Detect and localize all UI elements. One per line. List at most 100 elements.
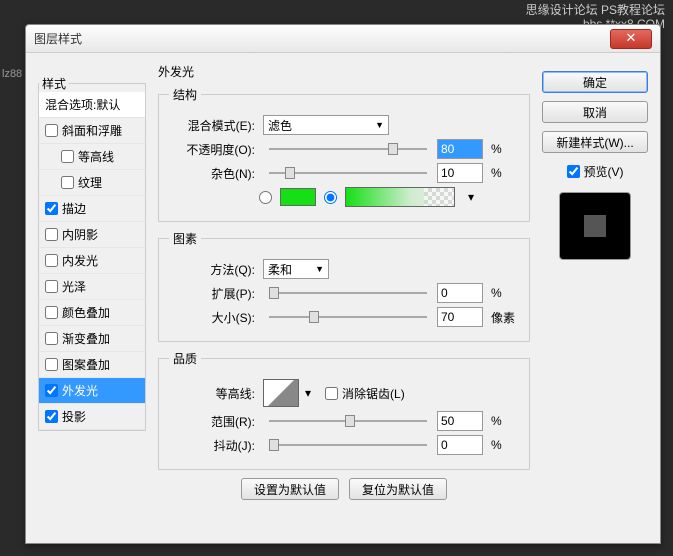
style-label: 内发光 — [62, 252, 98, 269]
quality-legend: 品质 — [169, 350, 201, 367]
style-item-8[interactable]: 渐变叠加 — [39, 326, 145, 352]
opacity-slider[interactable] — [269, 140, 427, 158]
preview-thumbnail — [559, 192, 631, 260]
watermark-line1: 思缘设计论坛 PS教程论坛 — [526, 3, 665, 17]
style-checkbox[interactable] — [45, 228, 58, 241]
styles-panel: 样式 混合选项:默认 斜面和浮雕等高线纹理描边内阴影内发光光泽颜色叠加渐变叠加图… — [38, 75, 146, 431]
style-item-6[interactable]: 光泽 — [39, 274, 145, 300]
bg-text: lz88 — [2, 68, 22, 80]
style-item-4[interactable]: 内阴影 — [39, 222, 145, 248]
elements-legend: 图素 — [169, 230, 201, 247]
style-checkbox[interactable] — [45, 254, 58, 267]
style-item-2[interactable]: 纹理 — [39, 170, 145, 196]
style-checkbox[interactable] — [45, 202, 58, 215]
style-item-7[interactable]: 颜色叠加 — [39, 300, 145, 326]
dialog-body: 样式 混合选项:默认 斜面和浮雕等高线纹理描边内阴影内发光光泽颜色叠加渐变叠加图… — [26, 53, 660, 543]
gradient-picker[interactable] — [345, 187, 455, 207]
style-checkbox[interactable] — [45, 280, 58, 293]
size-input[interactable] — [437, 307, 483, 327]
close-button[interactable]: ✕ — [610, 29, 652, 49]
contour-label: 等高线: — [169, 385, 255, 402]
opacity-unit: % — [491, 142, 519, 156]
quality-group: 品质 等高线: ▾ 消除锯齿(L) 范围(R): % 抖动(J): — [158, 350, 530, 470]
chevron-down-icon: ▼ — [375, 120, 384, 130]
style-item-5[interactable]: 内发光 — [39, 248, 145, 274]
style-label: 等高线 — [78, 148, 114, 165]
technique-value: 柔和 — [268, 261, 292, 278]
antialias-label: 消除锯齿(L) — [342, 385, 405, 402]
blending-options-default[interactable]: 混合选项:默认 — [39, 92, 145, 118]
spread-slider[interactable] — [269, 284, 427, 302]
style-item-11[interactable]: 投影 — [39, 404, 145, 430]
style-item-3[interactable]: 描边 — [39, 196, 145, 222]
style-checkbox[interactable] — [45, 358, 58, 371]
size-label: 大小(S): — [169, 309, 255, 326]
style-item-9[interactable]: 图案叠加 — [39, 352, 145, 378]
technique-select[interactable]: 柔和 ▼ — [263, 259, 329, 279]
spread-label: 扩展(P): — [169, 285, 255, 302]
style-item-0[interactable]: 斜面和浮雕 — [39, 118, 145, 144]
style-checkbox[interactable] — [45, 306, 58, 319]
style-label: 斜面和浮雕 — [62, 122, 122, 139]
style-label: 描边 — [62, 200, 86, 217]
chevron-down-icon[interactable]: ▾ — [463, 190, 479, 204]
style-checkbox[interactable] — [45, 410, 58, 423]
blend-mode-select[interactable]: 滤色 ▼ — [263, 115, 389, 135]
right-column: 确定 取消 新建样式(W)... 预览(V) — [542, 71, 648, 260]
noise-label: 杂色(N): — [169, 165, 255, 182]
technique-label: 方法(Q): — [169, 261, 255, 278]
opacity-input[interactable] — [437, 139, 483, 159]
style-label: 投影 — [62, 408, 86, 425]
styles-legend: 样式 — [39, 75, 69, 92]
style-checkbox[interactable] — [45, 384, 58, 397]
style-label: 图案叠加 — [62, 356, 110, 373]
spread-unit: % — [491, 286, 519, 300]
color-radio[interactable] — [259, 191, 272, 204]
ok-button[interactable]: 确定 — [542, 71, 648, 93]
jitter-slider[interactable] — [269, 436, 427, 454]
elements-group: 图素 方法(Q): 柔和 ▼ 扩展(P): % 大小(S): — [158, 230, 530, 342]
structure-group: 结构 混合模式(E): 滤色 ▼ 不透明度(O): % 杂色(N): — [158, 86, 530, 222]
gradient-radio[interactable] — [324, 191, 337, 204]
antialias-checkbox[interactable] — [325, 387, 338, 400]
titlebar[interactable]: 图层样式 ✕ — [26, 25, 660, 53]
set-default-button[interactable]: 设置为默认值 — [241, 478, 339, 500]
preview-checkbox[interactable] — [567, 165, 580, 178]
opacity-label: 不透明度(O): — [169, 141, 255, 158]
range-slider[interactable] — [269, 412, 427, 430]
style-checkbox[interactable] — [45, 124, 58, 137]
noise-slider[interactable] — [269, 164, 427, 182]
style-checkbox[interactable] — [61, 150, 74, 163]
style-item-10[interactable]: 外发光 — [39, 378, 145, 404]
preview-label: 预览(V) — [584, 163, 624, 180]
reset-default-button[interactable]: 复位为默认值 — [349, 478, 447, 500]
contour-picker[interactable] — [263, 379, 299, 407]
range-input[interactable] — [437, 411, 483, 431]
range-unit: % — [491, 414, 519, 428]
chevron-down-icon: ▼ — [315, 264, 324, 274]
dialog-title: 图层样式 — [34, 30, 82, 47]
style-label: 内阴影 — [62, 226, 98, 243]
jitter-unit: % — [491, 438, 519, 452]
style-item-1[interactable]: 等高线 — [39, 144, 145, 170]
style-label: 外发光 — [62, 382, 98, 399]
main-settings: 外发光 结构 混合模式(E): 滤色▼ 不透明度(O): % 杂色(N) — [158, 63, 530, 500]
cancel-button[interactable]: 取消 — [542, 101, 648, 123]
range-label: 范围(R): — [169, 413, 255, 430]
style-checkbox[interactable] — [61, 176, 74, 189]
layer-style-dialog: 图层样式 ✕ 样式 混合选项:默认 斜面和浮雕等高线纹理描边内阴影内发光光泽颜色… — [25, 24, 661, 544]
new-style-button[interactable]: 新建样式(W)... — [542, 131, 648, 153]
spread-input[interactable] — [437, 283, 483, 303]
style-label: 渐变叠加 — [62, 330, 110, 347]
noise-input[interactable] — [437, 163, 483, 183]
color-swatch[interactable] — [280, 188, 316, 206]
blend-mode-label: 混合模式(E): — [169, 117, 255, 134]
size-slider[interactable] — [269, 308, 427, 326]
jitter-input[interactable] — [437, 435, 483, 455]
blend-mode-value: 滤色 — [268, 117, 292, 134]
style-label: 纹理 — [78, 174, 102, 191]
size-unit: 像素 — [491, 309, 519, 326]
style-checkbox[interactable] — [45, 332, 58, 345]
structure-legend: 结构 — [169, 86, 201, 103]
chevron-down-icon[interactable]: ▾ — [305, 386, 311, 400]
